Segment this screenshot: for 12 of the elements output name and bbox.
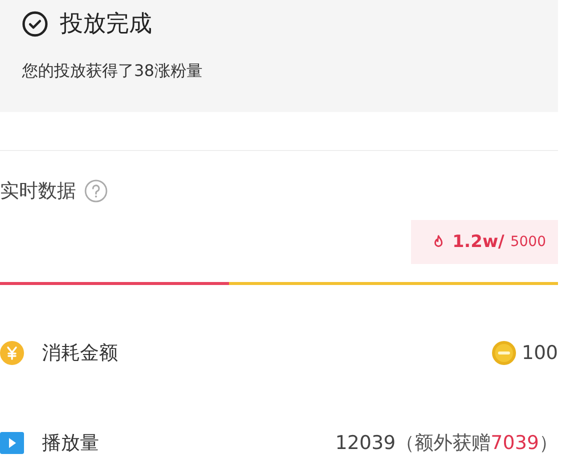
check-circle-icon xyxy=(22,10,48,36)
metric-label: 播放量 xyxy=(42,431,99,456)
progress-target: 5000 xyxy=(510,234,546,250)
status-message: 您的投放获得了38涨粉量 xyxy=(22,61,204,82)
metric-label: 消耗金额 xyxy=(42,341,118,366)
amount-value: 100 xyxy=(522,342,558,364)
progress-reading: 1.2w/ xyxy=(452,232,504,252)
coin-icon xyxy=(492,341,516,365)
help-icon[interactable] xyxy=(84,179,108,203)
play-count: 12039（额外获赠7039） xyxy=(335,431,558,456)
status-title: 投放完成 xyxy=(60,10,152,39)
section-title: 实时数据 xyxy=(0,179,76,204)
